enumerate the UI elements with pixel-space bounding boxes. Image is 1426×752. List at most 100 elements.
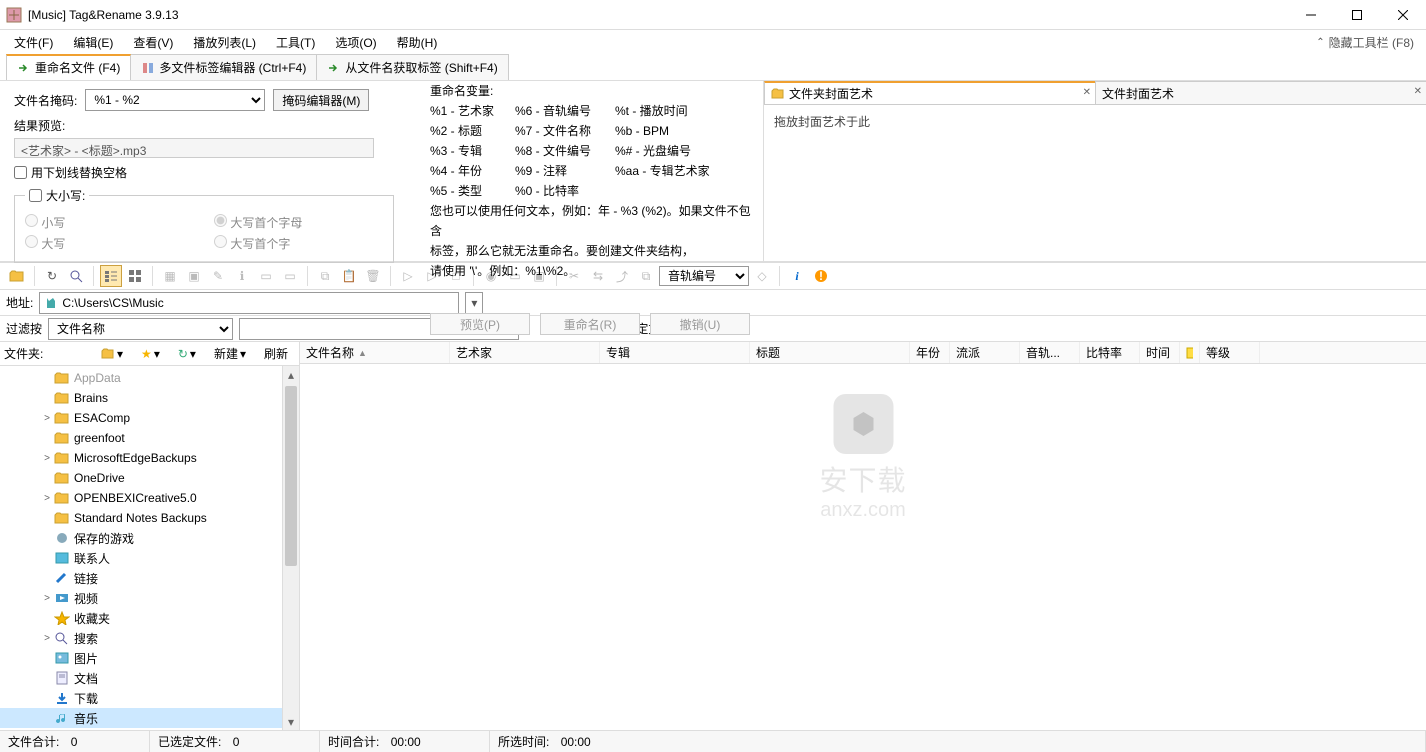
case-enable-checkbox[interactable] [29,189,42,202]
tab-rename[interactable]: 重命名文件 (F4) [6,54,131,80]
tree-item[interactable]: 链接 [0,568,299,588]
search-icon[interactable] [65,265,87,287]
column-header[interactable]: 时间 [1140,342,1180,363]
menu-view[interactable]: 查看(V) [123,32,183,53]
case-capitalize-first[interactable]: 大写首个字 [214,235,383,252]
expander-icon[interactable]: > [40,593,54,604]
star-icon [54,610,70,626]
tree-new-button[interactable]: 新建 ▾ [207,343,253,364]
status-selected-label: 已选定文件: [158,733,221,750]
tab-from-filename[interactable]: 从文件名获取标签 (Shift+F4) [316,54,508,80]
folder-icon [54,490,70,506]
tree-item[interactable]: Brains [0,388,299,408]
case-capitalize-words[interactable]: 大写首个字母 [214,214,383,231]
column-header[interactable]: 文件名称 ▲ [300,342,450,363]
tree-nav-icon[interactable]: ▾ [94,345,130,363]
picture-icon [54,650,70,666]
tree-item[interactable]: OneDrive [0,468,299,488]
tab-multi-editor-label: 多文件标签编辑器 (Ctrl+F4) [159,59,306,76]
filter-by-combo[interactable]: 文件名称 [48,318,233,340]
tree-item[interactable]: 联系人 [0,548,299,568]
folder-icon [771,88,785,100]
preview-button[interactable]: 预览(P) [430,313,530,335]
undo-button[interactable]: 撤销(U) [650,313,750,335]
about-icon[interactable]: ! [810,265,832,287]
rename-icon [17,61,31,75]
expander-icon[interactable]: > [40,633,54,644]
tree-item[interactable]: Standard Notes Backups [0,508,299,528]
column-header[interactable]: 标题 [750,342,910,363]
tree-item-label: 保存的游戏 [74,530,134,547]
tab-multi-editor[interactable]: 多文件标签编辑器 (Ctrl+F4) [130,54,317,80]
file-list-body[interactable]: 安下载 anxz.com [300,364,1426,730]
menu-options[interactable]: 选项(O) [325,32,386,53]
column-header[interactable]: 比特率 [1080,342,1140,363]
tree-item[interactable]: greenfoot [0,428,299,448]
link-icon [54,570,70,586]
view-grid-icon[interactable] [124,265,146,287]
column-header[interactable]: 等级 [1200,342,1260,363]
cover-tab-file[interactable]: 文件封面艺术 ✕ [1095,81,1426,104]
tree-item[interactable]: 保存的游戏 [0,528,299,548]
case-lower[interactable]: 小写 [25,214,194,231]
tree-fav-icon[interactable]: ★▾ [134,345,167,363]
tree-item[interactable]: >ESAComp [0,408,299,428]
column-header[interactable]: 音轨... [1020,342,1080,363]
folder-tree[interactable]: AppDataBrains>ESACompgreenfoot>Microsoft… [0,366,299,730]
column-header[interactable]: 艺术家 [450,342,600,363]
tree-item[interactable]: 音乐 [0,708,299,728]
expander-icon[interactable]: > [40,413,54,424]
cover-tab-folder[interactable]: 文件夹封面艺术 ✕ [764,81,1096,104]
refresh-icon[interactable]: ↻ [41,265,63,287]
tree-item[interactable]: 下载 [0,688,299,708]
address-input[interactable] [39,292,459,314]
close-icon[interactable]: ✕ [1414,86,1422,97]
menu-edit[interactable]: 编辑(E) [63,32,123,53]
tree-item[interactable]: 图片 [0,648,299,668]
column-header[interactable]: 流派 [950,342,1020,363]
hide-toolbar-hint[interactable]: ⌃隐藏工具栏 (F8) [1316,34,1422,51]
minimize-button[interactable] [1288,0,1334,30]
menu-tools[interactable]: 工具(T) [266,32,325,53]
tree-item[interactable]: >OPENBEXICreative5.0 [0,488,299,508]
column-header[interactable]: 专辑 [600,342,750,363]
tree-history-icon[interactable]: ↻▾ [171,345,203,363]
case-upper[interactable]: 大写 [25,235,194,252]
tree-pane: 文件夹: ▾ ★▾ ↻▾ 新建 ▾ 刷新 AppDataBrains>ESACo… [0,342,300,730]
tree-item[interactable]: 文档 [0,668,299,688]
expander-icon[interactable]: > [40,453,54,464]
help-icon[interactable]: i [786,265,808,287]
folder-icon [54,390,70,406]
view-list-icon[interactable] [100,265,122,287]
expander-icon[interactable]: > [40,493,54,504]
tree-item[interactable]: >视频 [0,588,299,608]
from-filename-icon [327,61,341,75]
close-icon[interactable]: ✕ [1083,87,1091,98]
mask-editor-button[interactable]: 掩码编辑器(M) [273,89,369,111]
tree-item[interactable]: AppData [0,368,299,388]
open-icon[interactable] [6,265,28,287]
column-header[interactable] [1180,342,1200,363]
column-header[interactable]: 年份 [910,342,950,363]
tree-item[interactable]: 收藏夹 [0,608,299,628]
tree-item[interactable]: >搜索 [0,628,299,648]
tree-item[interactable]: >MicrosoftEdgeBackups [0,448,299,468]
menu-file[interactable]: 文件(F) [4,32,63,53]
case-group: 大小写: 小写 大写首个字母 大写 大写首个字 [14,187,394,263]
folder-icon [54,450,70,466]
toolbar-icon: ▭ [255,265,277,287]
tree-item-label: 图片 [74,650,98,667]
menu-help[interactable]: 帮助(H) [387,32,448,53]
menu-playlist[interactable]: 播放列表(L) [183,32,266,53]
tree-item[interactable]: >Default [0,728,299,730]
cover-drop-area[interactable]: 拖放封面艺术于此 [764,105,1426,261]
tree-refresh-button[interactable]: 刷新 [257,343,295,364]
mask-combo[interactable]: %1 - %2 [85,89,265,111]
scrollbar[interactable]: ▴▾ [282,366,299,730]
close-button[interactable] [1380,0,1426,30]
game-icon [54,530,70,546]
rename-button[interactable]: 重命名(R) [540,313,640,335]
rename-panel: 文件名掩码: %1 - %2 掩码编辑器(M) 结果预览: <艺术家> - <标… [0,81,763,261]
preview-box: <艺术家> - <标题>.mp3 [14,138,374,158]
maximize-button[interactable] [1334,0,1380,30]
